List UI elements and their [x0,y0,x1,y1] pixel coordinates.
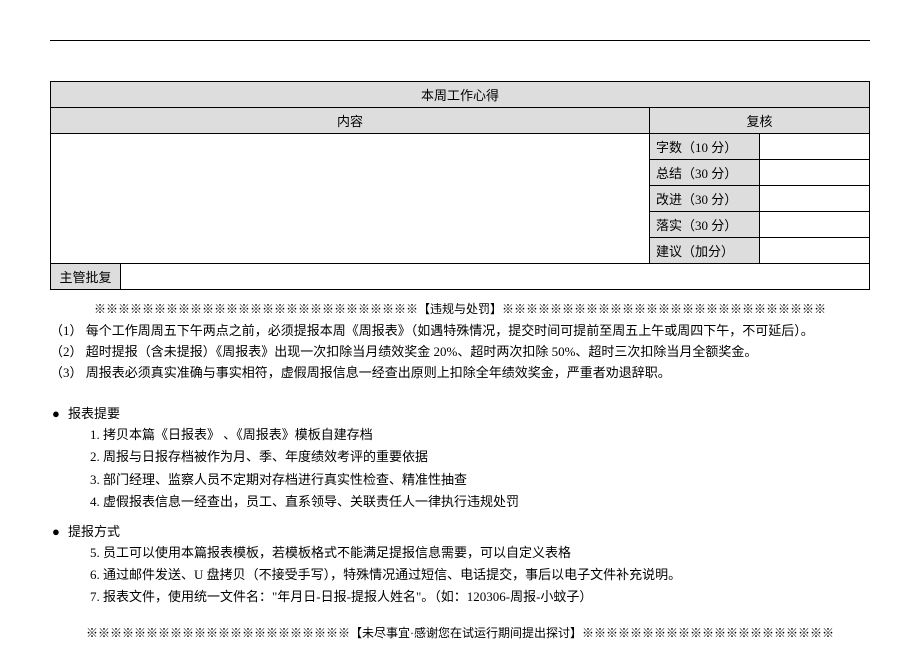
review-header: 复核 [650,108,870,134]
section-header: ● 报表提要 [50,403,870,422]
list-item: 5. 员工可以使用本篇报表模板，若模板格式不能满足提报信息需要，可以自定义表格 [90,542,870,564]
bullet-icon: ● [50,406,68,422]
top-rule [50,40,870,41]
violation-item: （1） 每个工作周周五下午两点之前，必须提报本周《周报表》（如遇特殊情况，提交时… [50,321,870,342]
bullet-icon: ● [50,524,68,540]
score-label: 字数（10 分） [650,134,760,160]
score-value [760,134,870,160]
list-item: 2. 周报与日报存档被作为月、季、年度绩效考评的重要依据 [90,446,870,468]
score-value [760,238,870,264]
score-value [760,212,870,238]
submission-method-section: ● 提报方式 5. 员工可以使用本篇报表模板，若模板格式不能满足提报信息需要，可… [50,521,870,608]
score-label: 改进（30 分） [650,186,760,212]
violation-item: （3） 周报表必须真实准确与事实相符，虚假周报信息一经查出原则上扣除全年绩效奖金… [50,363,870,384]
list-item: 6. 通过邮件发送、U 盘拷贝（不接受手写），特殊情况通过短信、电话提交，事后以… [90,564,870,586]
list-item: 4. 虚假报表信息一经查出，员工、直系领导、关联责任人一律执行违规处罚 [90,491,870,513]
violations-list: （1） 每个工作周周五下午两点之前，必须提报本周《周报表》（如遇特殊情况，提交时… [50,321,870,383]
score-label: 落实（30 分） [650,212,760,238]
section-header: ● 提报方式 [50,521,870,540]
list-item: 7. 报表文件，使用统一文件名："年月日-日报-提报人姓名"。（如：120306… [90,586,870,608]
section-title: 提报方式 [68,521,120,540]
table-title: 本周工作心得 [51,82,870,108]
document-page: 本周工作心得 内容 复核 字数（10 分） 总结（30 分） 改进（30 分） … [0,0,920,661]
report-summary-section: ● 报表提要 1. 拷贝本篇《日报表》 、《周报表》模板自建存档 2. 周报与日… [50,403,870,512]
content-cell [51,134,650,264]
section-title: 报表提要 [68,403,120,422]
closing-divider: ※※※※※※※※※※※※※※※※※※※※※※【未尽事宜·感谢您在试运行期间提出探… [50,624,870,641]
list-item: 1. 拷贝本篇《日报表》 、《周报表》模板自建存档 [90,424,870,446]
score-label: 建议（加分） [650,238,760,264]
manager-reply-label: 主管批复 [51,264,121,290]
manager-reply-cell [121,264,870,290]
score-value [760,160,870,186]
list-item: 3. 部门经理、监察人员不定期对存档进行真实性检查、精准性抽查 [90,469,870,491]
violation-item: （2） 超时提报（含未提报）《周报表》出现一次扣除当月绩效奖金 20%、超时两次… [50,342,870,363]
content-header: 内容 [51,108,650,134]
score-label: 总结（30 分） [650,160,760,186]
score-value [760,186,870,212]
violations-divider: ※※※※※※※※※※※※※※※※※※※※※※※※※※※【违规与处罚】※※※※※※… [50,300,870,317]
weekly-report-table: 本周工作心得 内容 复核 字数（10 分） 总结（30 分） 改进（30 分） … [50,81,870,290]
numbered-list: 1. 拷贝本篇《日报表》 、《周报表》模板自建存档 2. 周报与日报存档被作为月… [50,424,870,512]
numbered-list: 5. 员工可以使用本篇报表模板，若模板格式不能满足提报信息需要，可以自定义表格 … [50,542,870,608]
